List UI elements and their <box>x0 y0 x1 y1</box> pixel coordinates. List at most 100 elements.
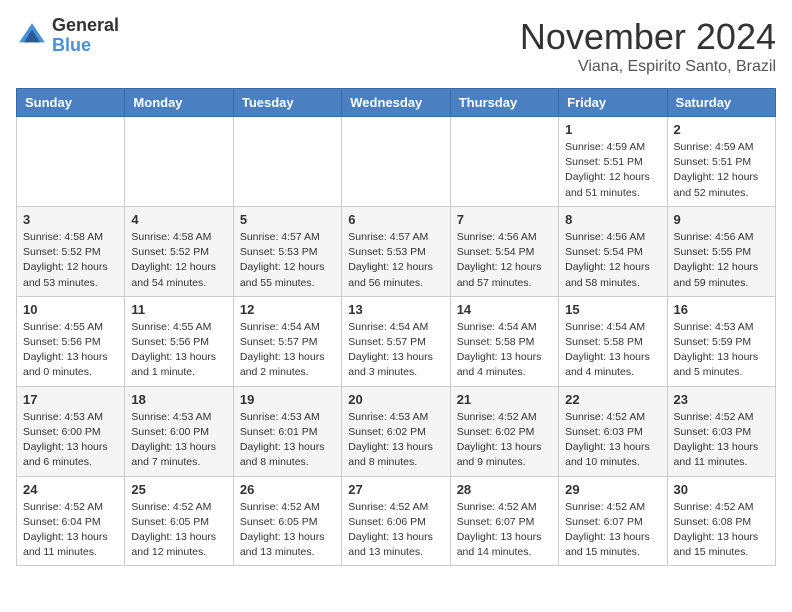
day-info: Sunrise: 4:54 AM Sunset: 5:57 PM Dayligh… <box>348 320 443 381</box>
header-cell-monday: Monday <box>125 89 233 117</box>
day-number: 4 <box>131 212 226 227</box>
calendar-cell: 22 Sunrise: 4:52 AM Sunset: 6:03 PM Dayli… <box>559 386 667 476</box>
day-info: Sunrise: 4:52 AM Sunset: 6:04 PM Dayligh… <box>23 500 118 561</box>
calendar-table: SundayMondayTuesdayWednesdayThursdayFrid… <box>16 88 776 566</box>
calendar-cell: 14 Sunrise: 4:54 AM Sunset: 5:58 PM Dayli… <box>450 296 558 386</box>
day-info: Sunrise: 4:58 AM Sunset: 5:52 PM Dayligh… <box>23 230 118 291</box>
day-number: 29 <box>565 482 660 497</box>
day-number: 17 <box>23 392 118 407</box>
header-row: SundayMondayTuesdayWednesdayThursdayFrid… <box>17 89 776 117</box>
day-number: 14 <box>457 302 552 317</box>
day-info: Sunrise: 4:52 AM Sunset: 6:07 PM Dayligh… <box>565 500 660 561</box>
day-info: Sunrise: 4:53 AM Sunset: 5:59 PM Dayligh… <box>674 320 769 381</box>
calendar-cell: 4 Sunrise: 4:58 AM Sunset: 5:52 PM Daylig… <box>125 206 233 296</box>
day-info: Sunrise: 4:52 AM Sunset: 6:07 PM Dayligh… <box>457 500 552 561</box>
day-info: Sunrise: 4:52 AM Sunset: 6:03 PM Dayligh… <box>565 410 660 471</box>
calendar-cell <box>125 117 233 207</box>
calendar-cell: 30 Sunrise: 4:52 AM Sunset: 6:08 PM Dayli… <box>667 476 775 566</box>
calendar-cell: 2Sunrise: 4:59 AM Sunset: 5:51 PM Daylig… <box>667 117 775 207</box>
calendar-header: SundayMondayTuesdayWednesdayThursdayFrid… <box>17 89 776 117</box>
logo-icon <box>16 20 48 52</box>
calendar-cell <box>342 117 450 207</box>
day-info: Sunrise: 4:52 AM Sunset: 6:05 PM Dayligh… <box>240 500 335 561</box>
day-number: 16 <box>674 302 769 317</box>
day-info: Sunrise: 4:56 AM Sunset: 5:54 PM Dayligh… <box>565 230 660 291</box>
calendar-cell: 6 Sunrise: 4:57 AM Sunset: 5:53 PM Daylig… <box>342 206 450 296</box>
day-number: 26 <box>240 482 335 497</box>
calendar-row: 3 Sunrise: 4:58 AM Sunset: 5:52 PM Daylig… <box>17 206 776 296</box>
day-info: Sunrise: 4:52 AM Sunset: 6:08 PM Dayligh… <box>674 500 769 561</box>
day-info: Sunrise: 4:56 AM Sunset: 5:54 PM Dayligh… <box>457 230 552 291</box>
calendar-cell: 3 Sunrise: 4:58 AM Sunset: 5:52 PM Daylig… <box>17 206 125 296</box>
calendar-cell: 19Sunrise: 4:53 AM Sunset: 6:01 PM Dayli… <box>233 386 341 476</box>
day-number: 15 <box>565 302 660 317</box>
day-number: 22 <box>565 392 660 407</box>
calendar-cell: 7Sunrise: 4:56 AM Sunset: 5:54 PM Daylig… <box>450 206 558 296</box>
day-number: 18 <box>131 392 226 407</box>
day-number: 30 <box>674 482 769 497</box>
header-cell-thursday: Thursday <box>450 89 558 117</box>
day-number: 6 <box>348 212 443 227</box>
day-number: 13 <box>348 302 443 317</box>
calendar-row: 24 Sunrise: 4:52 AM Sunset: 6:04 PM Dayli… <box>17 476 776 566</box>
day-info: Sunrise: 4:53 AM Sunset: 6:01 PM Dayligh… <box>240 410 335 471</box>
logo-text: General Blue <box>52 16 119 56</box>
day-info: Sunrise: 4:54 AM Sunset: 5:58 PM Dayligh… <box>457 320 552 381</box>
calendar-cell <box>233 117 341 207</box>
day-info: Sunrise: 4:53 AM Sunset: 6:00 PM Dayligh… <box>131 410 226 471</box>
day-number: 3 <box>23 212 118 227</box>
day-number: 24 <box>23 482 118 497</box>
day-info: Sunrise: 4:57 AM Sunset: 5:53 PM Dayligh… <box>240 230 335 291</box>
day-info: Sunrise: 4:52 AM Sunset: 6:06 PM Dayligh… <box>348 500 443 561</box>
header-cell-saturday: Saturday <box>667 89 775 117</box>
day-number: 27 <box>348 482 443 497</box>
calendar-cell: 1Sunrise: 4:59 AM Sunset: 5:51 PM Daylig… <box>559 117 667 207</box>
calendar-row: 1Sunrise: 4:59 AM Sunset: 5:51 PM Daylig… <box>17 117 776 207</box>
calendar-row: 17 Sunrise: 4:53 AM Sunset: 6:00 PM Dayli… <box>17 386 776 476</box>
day-info: Sunrise: 4:55 AM Sunset: 5:56 PM Dayligh… <box>23 320 118 381</box>
day-info: Sunrise: 4:55 AM Sunset: 5:56 PM Dayligh… <box>131 320 226 381</box>
day-number: 2 <box>674 122 769 137</box>
calendar-cell <box>17 117 125 207</box>
calendar-cell: 8 Sunrise: 4:56 AM Sunset: 5:54 PM Daylig… <box>559 206 667 296</box>
calendar-cell: 23Sunrise: 4:52 AM Sunset: 6:03 PM Dayli… <box>667 386 775 476</box>
day-number: 10 <box>23 302 118 317</box>
calendar-cell: 16 Sunrise: 4:53 AM Sunset: 5:59 PM Dayli… <box>667 296 775 386</box>
calendar-cell: 28 Sunrise: 4:52 AM Sunset: 6:07 PM Dayli… <box>450 476 558 566</box>
day-number: 21 <box>457 392 552 407</box>
month-title: November 2024 <box>520 16 776 58</box>
calendar-cell: 21Sunrise: 4:52 AM Sunset: 6:02 PM Dayli… <box>450 386 558 476</box>
calendar-cell: 25Sunrise: 4:52 AM Sunset: 6:05 PM Dayli… <box>125 476 233 566</box>
day-number: 11 <box>131 302 226 317</box>
day-info: Sunrise: 4:57 AM Sunset: 5:53 PM Dayligh… <box>348 230 443 291</box>
calendar-cell: 17Sunrise: 4:53 AM Sunset: 6:00 PM Dayli… <box>17 386 125 476</box>
calendar-cell: 11 Sunrise: 4:55 AM Sunset: 5:56 PM Dayli… <box>125 296 233 386</box>
calendar-row: 10 Sunrise: 4:55 AM Sunset: 5:56 PM Dayli… <box>17 296 776 386</box>
logo-general: General <box>52 16 119 36</box>
calendar-cell: 9 Sunrise: 4:56 AM Sunset: 5:55 PM Daylig… <box>667 206 775 296</box>
day-info: Sunrise: 4:59 AM Sunset: 5:51 PM Dayligh… <box>565 140 660 201</box>
calendar-cell: 20Sunrise: 4:53 AM Sunset: 6:02 PM Dayli… <box>342 386 450 476</box>
day-number: 23 <box>674 392 769 407</box>
calendar-cell: 27 Sunrise: 4:52 AM Sunset: 6:06 PM Dayli… <box>342 476 450 566</box>
location: Viana, Espirito Santo, Brazil <box>520 58 776 76</box>
day-number: 20 <box>348 392 443 407</box>
calendar-cell: 13 Sunrise: 4:54 AM Sunset: 5:57 PM Dayli… <box>342 296 450 386</box>
logo-blue: Blue <box>52 36 119 56</box>
calendar-cell: 26 Sunrise: 4:52 AM Sunset: 6:05 PM Dayli… <box>233 476 341 566</box>
day-info: Sunrise: 4:56 AM Sunset: 5:55 PM Dayligh… <box>674 230 769 291</box>
day-number: 12 <box>240 302 335 317</box>
day-info: Sunrise: 4:54 AM Sunset: 5:58 PM Dayligh… <box>565 320 660 381</box>
title-section: November 2024 Viana, Espirito Santo, Bra… <box>520 16 776 76</box>
page-header: General Blue November 2024 Viana, Espiri… <box>16 16 776 76</box>
calendar-cell: 29 Sunrise: 4:52 AM Sunset: 6:07 PM Dayli… <box>559 476 667 566</box>
calendar-cell: 15 Sunrise: 4:54 AM Sunset: 5:58 PM Dayli… <box>559 296 667 386</box>
header-cell-tuesday: Tuesday <box>233 89 341 117</box>
calendar-body: 1Sunrise: 4:59 AM Sunset: 5:51 PM Daylig… <box>17 117 776 566</box>
day-number: 8 <box>565 212 660 227</box>
calendar-cell <box>450 117 558 207</box>
calendar-cell: 12Sunrise: 4:54 AM Sunset: 5:57 PM Dayli… <box>233 296 341 386</box>
day-number: 28 <box>457 482 552 497</box>
day-number: 9 <box>674 212 769 227</box>
day-info: Sunrise: 4:58 AM Sunset: 5:52 PM Dayligh… <box>131 230 226 291</box>
